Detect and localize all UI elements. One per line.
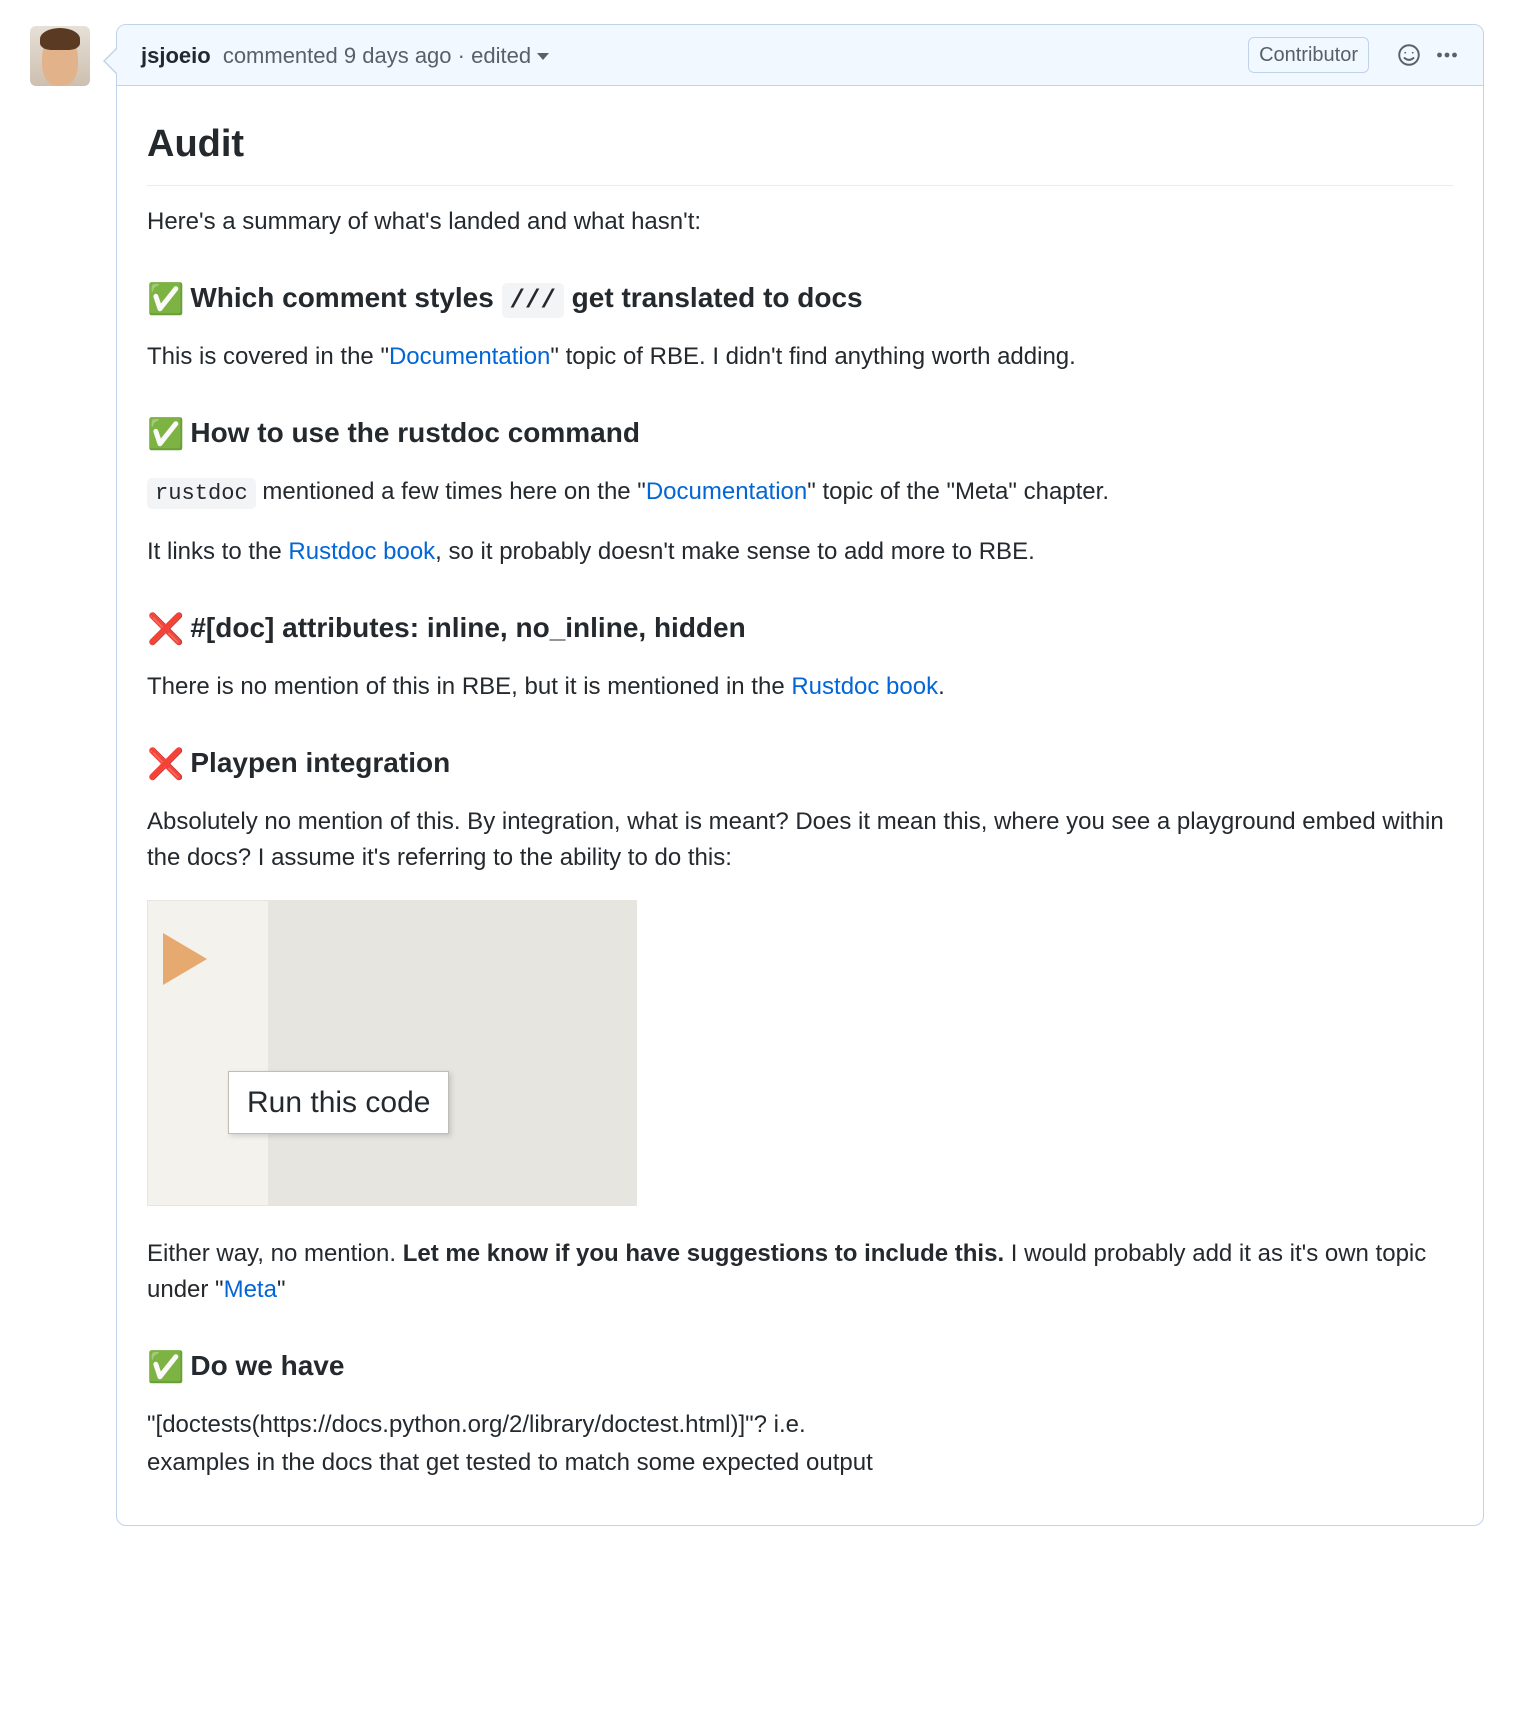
rustdoc-book-link[interactable]: Rustdoc book <box>791 673 938 700</box>
inline-code: /// <box>502 283 564 318</box>
check-icon: ✅ <box>147 280 184 319</box>
section4-p2: Either way, no mention. Let me know if y… <box>147 1236 1453 1308</box>
section-playpen: ❌Playpen integration <box>147 745 1453 784</box>
author-link[interactable]: jsjoeio <box>141 43 211 68</box>
documentation-link[interactable]: Documentation <box>646 478 807 505</box>
section-doctests: ✅Do we have <box>147 1348 1453 1387</box>
comment-body: Audit Here's a summary of what's landed … <box>117 86 1483 1525</box>
play-icon <box>163 933 207 985</box>
avatar[interactable] <box>30 26 90 86</box>
check-icon: ✅ <box>147 415 184 454</box>
section-doc-attributes: ❌#[doc] attributes: inline, no_inline, h… <box>147 610 1453 649</box>
section5-p2: examples in the docs that get tested to … <box>147 1445 1453 1481</box>
caret-down-icon <box>537 53 549 60</box>
documentation-link[interactable]: Documentation <box>389 343 550 370</box>
section5-p1: "[doctests(https://docs.python.org/2/lib… <box>147 1407 1453 1443</box>
check-icon: ✅ <box>147 1348 184 1387</box>
rustdoc-book-link[interactable]: Rustdoc book <box>288 538 435 565</box>
comment-header: jsjoeio commented 9 days ago · edited Co… <box>117 25 1483 86</box>
edited-dropdown[interactable]: edited <box>471 43 549 68</box>
comment-container: jsjoeio commented 9 days ago · edited Co… <box>116 24 1484 1526</box>
cross-icon: ❌ <box>147 610 184 649</box>
section2-p2: It links to the Rustdoc book, so it prob… <box>147 534 1453 570</box>
page-title: Audit <box>147 116 1453 186</box>
separator: · <box>458 43 465 68</box>
section-rustdoc-command: ✅How to use the rustdoc command <box>147 415 1453 454</box>
contributor-badge: Contributor <box>1248 37 1369 73</box>
section1-p1: This is covered in the "Documentation" t… <box>147 339 1453 375</box>
section-comment-styles: ✅Which comment styles /// get translated… <box>147 280 1453 319</box>
timestamp-link[interactable]: 9 days ago <box>344 43 458 68</box>
run-code-tooltip: Run this code <box>228 1071 449 1134</box>
add-reaction-icon[interactable] <box>1397 43 1421 67</box>
inline-code: rustdoc <box>147 478 256 509</box>
cross-icon: ❌ <box>147 745 184 784</box>
meta-link[interactable]: Meta <box>224 1276 277 1303</box>
section4-p1: Absolutely no mention of this. By integr… <box>147 804 1453 876</box>
more-actions-icon[interactable] <box>1435 43 1459 67</box>
playpen-screenshot[interactable]: Run this code <box>147 900 637 1206</box>
section2-p1: rustdoc mentioned a few times here on th… <box>147 474 1453 510</box>
commented-label: commented <box>223 43 338 68</box>
intro-text: Here's a summary of what's landed and wh… <box>147 204 1453 240</box>
section3-p1: There is no mention of this in RBE, but … <box>147 669 1453 705</box>
